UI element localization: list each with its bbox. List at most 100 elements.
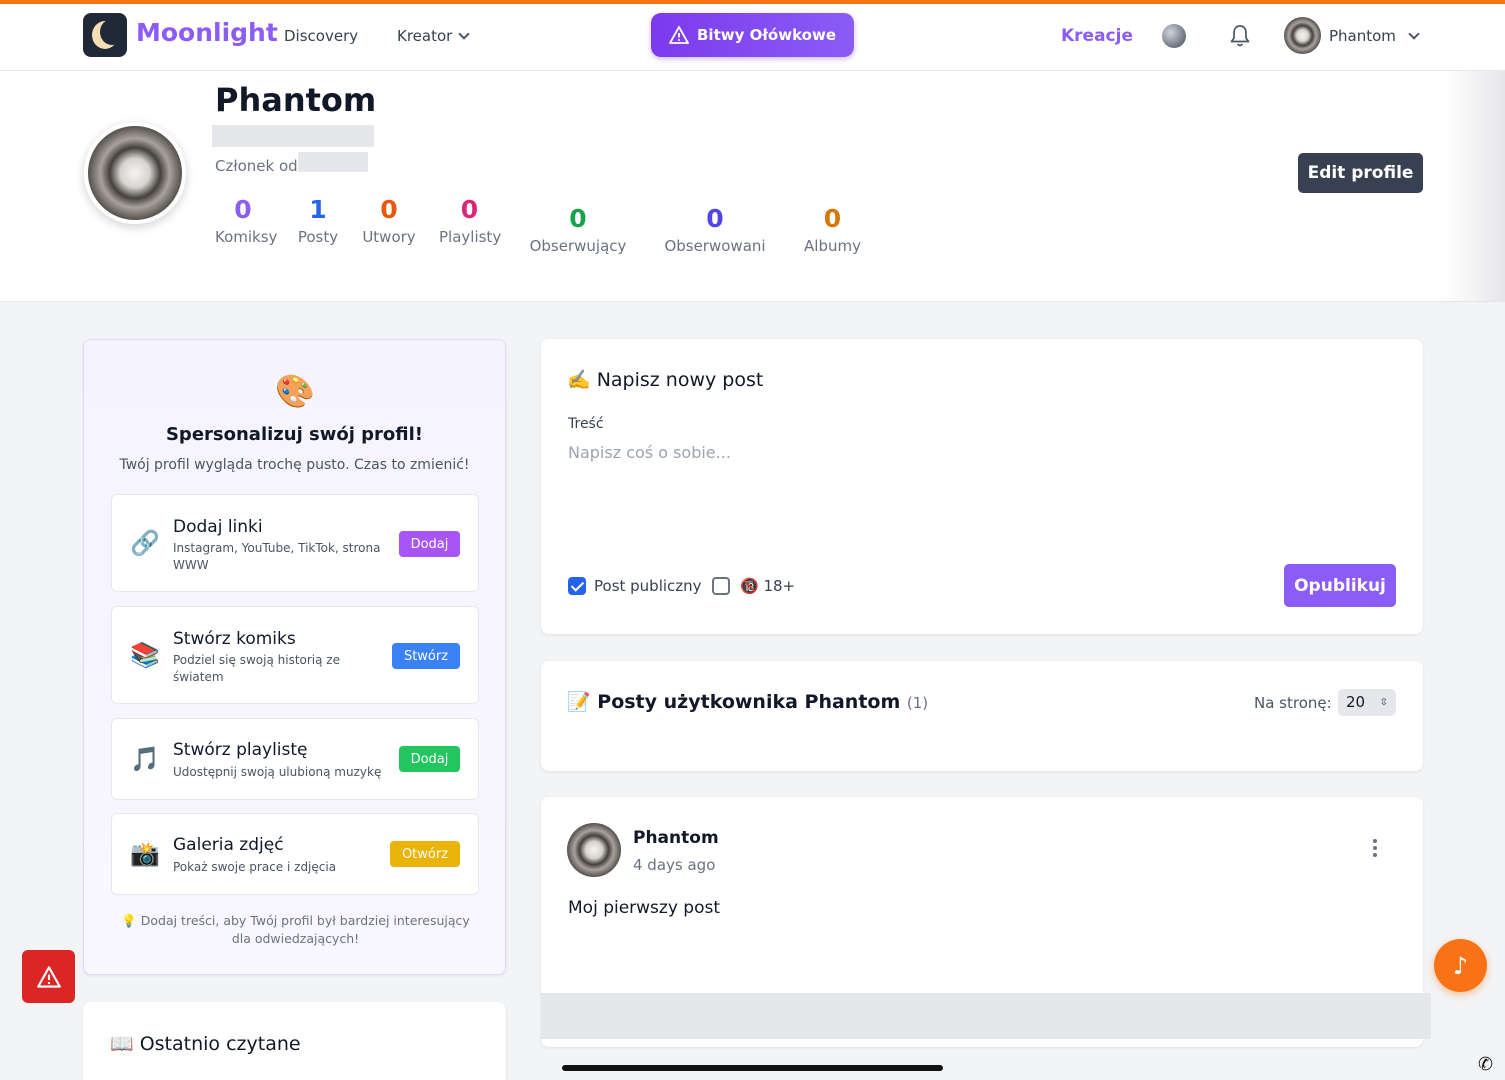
music-note-icon: ♪: [1452, 951, 1469, 980]
item-desc: Instagram, YouTube, TikTok, strona WWW: [173, 541, 381, 572]
new-post-card: ✍️ Napisz nowy post Treść Post publiczny…: [541, 339, 1423, 634]
theme-toggle-icon[interactable]: [1162, 24, 1186, 48]
item-title: Stwórz playlistę: [173, 740, 308, 760]
tip-text: 💡 Dodaj treści, aby Twój profil był bard…: [121, 913, 470, 946]
nav-discovery[interactable]: Discovery: [284, 27, 358, 45]
chevron-down-icon: [458, 28, 470, 40]
stat-label: Obserwowani: [664, 237, 766, 255]
public-checkbox[interactable]: [568, 577, 586, 595]
palette-icon: 🎨: [275, 372, 315, 410]
books-icon: 📚: [130, 641, 160, 669]
nav-kreator-label: Kreator: [397, 27, 453, 45]
brand-name[interactable]: Moonlight: [136, 18, 278, 47]
post-card: Phantom 4 days ago Moj pierwszy post: [541, 797, 1431, 1047]
content-label: Treść: [568, 416, 604, 432]
stat-label: Komiksy: [215, 228, 278, 246]
stat-playlisty[interactable]: 0 Playlisty: [439, 195, 502, 246]
item-title: Stwórz komiks: [173, 629, 296, 649]
adult-checkbox[interactable]: [712, 577, 730, 595]
warning-icon: [669, 26, 689, 44]
profile-name: Phantom: [215, 81, 377, 119]
stat-value: 0: [380, 195, 398, 224]
user-posts-title: 📝 Posty użytkownika Phantom (1): [567, 690, 928, 713]
item-create-playlist[interactable]: 🎵 Stwórz playlistę Udostępnij swoją ulub…: [111, 718, 479, 800]
stat-value: 0: [823, 204, 842, 233]
music-player-button[interactable]: ♪: [1434, 939, 1487, 992]
item-desc: Podziel się swoją historią ze światem: [173, 653, 340, 684]
stat-label: Playlisty: [439, 228, 502, 246]
stat-value: 0: [569, 204, 587, 233]
battle-button[interactable]: Bitwy Ołówkowe: [651, 13, 854, 57]
personalize-subtitle: Twój profil wygląda trochę pusto. Czas t…: [119, 457, 470, 473]
stat-value: 0: [460, 195, 479, 224]
logo-icon[interactable]: [83, 13, 127, 57]
link-icon: 🔗: [130, 529, 160, 557]
nav-kreator[interactable]: Kreator: [397, 27, 470, 45]
user-avatar[interactable]: [1284, 17, 1321, 54]
post-text: Moj pierwszy post: [568, 898, 721, 918]
recently-read-title: 📖 Ostatnio czytane: [110, 1033, 301, 1055]
stat-label: Posty: [297, 228, 339, 246]
stat-obserwowani[interactable]: 0 Obserwowani: [663, 204, 767, 255]
stat-utwory[interactable]: 0 Utwory: [362, 195, 416, 246]
user-menu-name: Phantom: [1329, 27, 1396, 45]
add-links-button[interactable]: Dodaj: [399, 531, 460, 557]
post-time: 4 days ago: [633, 856, 716, 874]
recently-read-card: 📖 Ostatnio czytane: [83, 1002, 506, 1080]
new-post-title: ✍️ Napisz nowy post: [567, 369, 764, 391]
user-posts-count: (1): [906, 694, 929, 712]
music-note-icon: 🎵: [130, 745, 160, 773]
per-page-value: 20: [1346, 693, 1366, 711]
report-button[interactable]: [22, 950, 75, 1003]
edit-profile-button[interactable]: Edit profile: [1298, 153, 1423, 193]
stat-posty[interactable]: 1 Posty: [297, 195, 339, 246]
stat-albumy[interactable]: 0 Albumy: [802, 204, 863, 255]
redacted-bar: [541, 993, 1431, 1039]
stat-obserwujacy[interactable]: 0 Obserwujący: [528, 204, 628, 255]
personalize-card: 🎨 Spersonalizuj swój profil! Twój profil…: [83, 339, 506, 975]
item-create-comic[interactable]: 📚 Stwórz komiks Podziel się swoją histor…: [111, 606, 479, 704]
per-page-select[interactable]: 20 ⇳: [1338, 689, 1396, 716]
stat-label: Obserwujący: [529, 237, 627, 255]
post-author[interactable]: Phantom: [633, 828, 719, 848]
warning-icon: [36, 965, 61, 988]
stat-value: 0: [706, 204, 724, 233]
post-content-input[interactable]: [568, 443, 1398, 543]
member-since: Członek od: [215, 157, 298, 175]
create-comic-button[interactable]: Stwórz: [392, 643, 460, 669]
item-add-links[interactable]: 🔗 Dodaj linki Instagram, YouTube, TikTok…: [111, 494, 479, 592]
item-photo-gallery[interactable]: 📸 Galeria zdjęć Pokaż swoje prace i zdję…: [111, 813, 479, 895]
item-desc: Udostępnij swoją ulubioną muzykę: [173, 765, 382, 779]
phone-icon: ✆: [1478, 1054, 1494, 1075]
stat-label: Albumy: [804, 237, 861, 255]
profile-header: Phantom Członek od 0 Komiksy 1 Posty 0 U…: [0, 71, 1505, 302]
camera-icon: 📸: [130, 840, 160, 868]
user-posts-title-text: 📝 Posty użytkownika Phantom: [567, 691, 901, 713]
more-options-icon[interactable]: [1369, 839, 1381, 861]
author-avatar[interactable]: [567, 823, 621, 877]
item-title: Galeria zdjęć: [173, 835, 284, 855]
profile-avatar: [84, 122, 186, 224]
user-posts-card: 📝 Posty użytkownika Phantom (1) Na stron…: [541, 661, 1423, 771]
user-menu[interactable]: Phantom: [1329, 27, 1420, 45]
stat-value: 0: [234, 195, 252, 224]
stat-label: Utwory: [362, 228, 416, 246]
stat-komiksy[interactable]: 0 Komiksy: [215, 195, 278, 246]
item-desc: Pokaż swoje prace i zdjęcia: [173, 860, 337, 874]
item-title: Dodaj linki: [173, 517, 263, 537]
bell-icon[interactable]: [1229, 24, 1251, 52]
open-gallery-button[interactable]: Otwórz: [390, 841, 460, 867]
personalize-title: Spersonalizuj swój profil!: [165, 424, 424, 445]
adult-label: 🔞 18+: [740, 577, 796, 595]
create-playlist-button[interactable]: Dodaj: [399, 746, 460, 772]
public-label: Post publiczny: [594, 577, 702, 595]
home-indicator: [562, 1065, 943, 1071]
chevron-down-icon: [1408, 28, 1420, 40]
nav-kreacje[interactable]: Kreacje: [1061, 26, 1133, 46]
per-page-label: Na stronę:: [1254, 694, 1332, 712]
battle-button-label: Bitwy Ołówkowe: [697, 26, 836, 44]
publish-button[interactable]: Opublikuj: [1284, 564, 1396, 607]
stat-value: 1: [309, 195, 327, 224]
edge-fade: [1445, 71, 1505, 302]
navbar: Moonlight Discovery Kreator Bitwy Ołówko…: [0, 4, 1505, 71]
